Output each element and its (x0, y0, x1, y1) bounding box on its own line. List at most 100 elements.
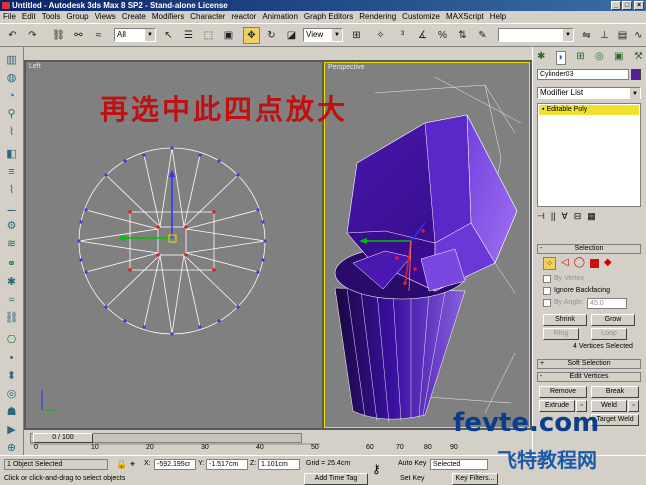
reactor-analyze-icon[interactable]: ⊕ (4, 441, 19, 455)
reactor-water-icon[interactable]: ≈ (4, 293, 19, 307)
reference-coordinate-dropdown[interactable]: View (303, 28, 343, 42)
add-time-tag-button[interactable]: Add Time Tag (304, 473, 368, 485)
reactor-hinge-icon[interactable]: ⎔ (4, 333, 19, 347)
menu-edit[interactable]: Edit (19, 12, 39, 21)
x-coordinate-field[interactable]: -592.195cr (154, 459, 196, 470)
select-by-name-icon[interactable]: ☰ (180, 27, 197, 44)
set-key-button[interactable]: Set Key (400, 475, 425, 482)
edit-vertices-rollout-header[interactable]: - Edit Vertices (537, 372, 641, 382)
reactor-motor-icon[interactable]: ⚙ (4, 219, 19, 233)
menu-tools[interactable]: Tools (39, 12, 64, 21)
make-unique-icon[interactable]: ∀ (562, 211, 568, 225)
modify-tab-icon[interactable]: ◗ (555, 51, 566, 65)
create-tab-icon[interactable]: ✱ (537, 51, 545, 65)
reactor-collection-icon[interactable]: ▥ (4, 53, 19, 67)
reactor-wind-icon[interactable]: ≋ (4, 237, 19, 251)
shrink-button[interactable]: Shrink (543, 314, 587, 326)
display-tab-icon[interactable]: ▣ (614, 51, 623, 65)
stack-item-editable-poly[interactable]: ▪ Editable Poly (539, 105, 639, 115)
motion-tab-icon[interactable]: ◎ (595, 51, 604, 65)
key-filters-button[interactable]: Key Filters... (452, 473, 498, 485)
reactor-cloth-icon[interactable]: ◔ (4, 89, 19, 103)
selection-rollout-header[interactable]: - Selection (537, 244, 641, 254)
reactor-toy-car-icon[interactable]: ⚭ (4, 257, 19, 271)
select-object-icon[interactable]: ↖ (160, 27, 177, 44)
rect-selection-icon[interactable]: ⬚ (200, 27, 217, 44)
select-link-icon[interactable]: ⛓ (50, 27, 67, 44)
minimize-button[interactable]: _ (611, 1, 621, 10)
reactor-fracture-icon[interactable]: ✱ (4, 275, 19, 289)
named-selection-icon[interactable]: ✎ (474, 27, 491, 44)
reactor-dashpot-icon[interactable]: ⚊ (4, 201, 19, 215)
menu-customize[interactable]: Customize (399, 12, 443, 21)
spinner-snap-icon[interactable]: ⇅ (454, 27, 471, 44)
border-level-icon[interactable]: ◯ (574, 257, 585, 271)
utilities-tab-icon[interactable]: ⚒ (634, 51, 643, 65)
by-angle-checkbox[interactable] (543, 299, 551, 307)
object-name-field[interactable]: Cylinder03 (537, 69, 629, 80)
ignore-backfacing-checkbox[interactable] (543, 287, 551, 295)
expand-icon[interactable]: ▪ (542, 106, 544, 113)
menu-maxscript[interactable]: MAXScript (443, 12, 487, 21)
undo-icon[interactable]: ↶ (4, 27, 21, 44)
reactor-preview-icon[interactable]: ▶ (4, 423, 19, 437)
reactor-rigid-body-icon[interactable]: ◍ (4, 71, 19, 85)
remove-modifier-icon[interactable]: ⊟ (574, 211, 582, 225)
reactor-plane-icon[interactable]: ≡ (4, 165, 19, 179)
menu-reactor[interactable]: reactor (228, 12, 259, 21)
snap-toggle-icon[interactable]: ³ (394, 27, 411, 44)
unlink-icon[interactable]: ⚯ (70, 27, 87, 44)
reactor-constraint-icon[interactable]: ⛓ (4, 311, 19, 325)
absolute-mode-icon[interactable]: ⌖ (130, 459, 135, 470)
reactor-spring-icon[interactable]: ⌇ (4, 183, 19, 197)
weld-settings-button[interactable]: ▫ (628, 400, 639, 412)
menu-animation[interactable]: Animation (259, 12, 301, 21)
loop-button[interactable]: Loop (591, 328, 627, 340)
modifier-list-dropdown[interactable]: Modifier List (537, 87, 641, 100)
select-move-icon[interactable]: ✥ (243, 27, 260, 44)
soft-selection-rollout-header[interactable]: + Soft Selection (537, 359, 641, 369)
element-level-icon[interactable]: ◆ (604, 257, 612, 271)
vertex-level-icon[interactable]: ⁘ (543, 257, 556, 270)
angle-value-field[interactable]: 45.0 (587, 298, 627, 309)
curve-editor-icon[interactable]: ∿ (630, 27, 646, 44)
key-mode-dropdown[interactable]: Selected (430, 459, 488, 470)
z-coordinate-field[interactable]: 1.101cm (258, 459, 300, 470)
redo-icon[interactable]: ↷ (24, 27, 41, 44)
hierarchy-tab-icon[interactable]: ⊞ (576, 51, 584, 65)
reactor-rope-icon[interactable]: ⌇ (4, 125, 19, 139)
align-icon[interactable]: ⊥ (596, 27, 613, 44)
window-crossing-icon[interactable]: ▣ (220, 27, 237, 44)
reactor-prismatic-icon[interactable]: ⬍ (4, 369, 19, 383)
y-coordinate-field[interactable]: -1.517cm (206, 459, 248, 470)
object-color-swatch[interactable] (631, 69, 641, 80)
time-slider-track[interactable]: 0 / 100 (30, 433, 302, 443)
show-end-result-icon[interactable]: || (551, 211, 556, 225)
menu-create[interactable]: Create (119, 12, 149, 21)
reactor-deforming-mesh-icon[interactable]: ◧ (4, 147, 19, 161)
reactor-car-wheel-icon[interactable]: ◎ (4, 387, 19, 401)
remove-button[interactable]: Remove (539, 386, 587, 398)
by-vertex-checkbox[interactable] (543, 275, 551, 283)
time-slider-thumb[interactable]: 0 / 100 (33, 433, 93, 443)
lock-selection-icon[interactable]: 🔒 (116, 459, 127, 470)
reactor-soft-body-icon[interactable]: ⚲ (4, 107, 19, 121)
maximize-button[interactable]: □ (622, 1, 632, 10)
break-button[interactable]: Break (591, 386, 639, 398)
mirror-icon[interactable]: ⇋ (578, 27, 595, 44)
menu-group[interactable]: Group (63, 12, 91, 21)
menu-views[interactable]: Views (92, 12, 119, 21)
grow-button[interactable]: Grow (591, 314, 635, 326)
bind-space-warp-icon[interactable]: ≈ (90, 27, 107, 44)
named-selection-sets-dropdown[interactable] (498, 28, 574, 42)
auto-key-button[interactable]: Auto Key (398, 460, 426, 467)
select-manipulate-icon[interactable]: ✧ (372, 27, 389, 44)
close-button[interactable]: × (634, 1, 644, 10)
menu-modifiers[interactable]: Modifiers (149, 12, 187, 21)
edge-level-icon[interactable]: ◁ (561, 257, 569, 271)
perspective-viewport[interactable]: Perspective (324, 62, 530, 428)
use-pivot-center-icon[interactable]: ⊞ (348, 27, 365, 44)
select-scale-icon[interactable]: ◪ (283, 27, 300, 44)
reactor-ragdoll-icon[interactable]: ☗ (4, 405, 19, 419)
menu-graph-editors[interactable]: Graph Editors (301, 12, 356, 21)
